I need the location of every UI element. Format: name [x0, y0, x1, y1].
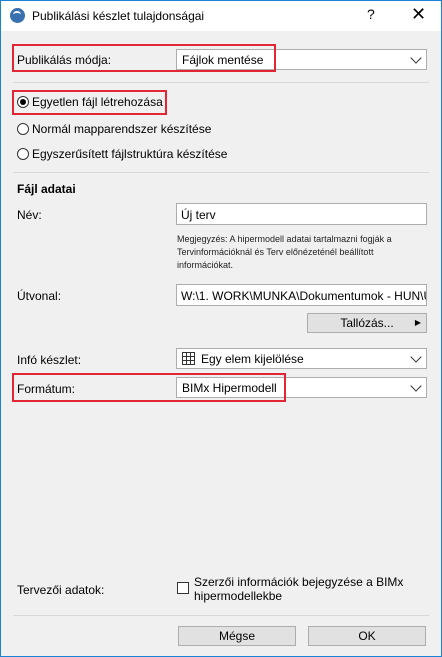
name-input[interactable]: Új terv — [176, 203, 427, 225]
note-line: Megjegyzés: A hipermodell adatai tartalm… — [177, 234, 392, 244]
chevron-down-icon — [410, 380, 422, 392]
archicad-logo-icon — [10, 8, 25, 23]
info-set-value: Egy elem kijelölése — [201, 352, 304, 366]
help-button[interactable]: ? — [367, 6, 375, 22]
radio-normal-folder-label[interactable]: Normál mapparendszer készítése — [32, 122, 211, 136]
separator — [13, 172, 429, 173]
note-text: Megjegyzés: A hipermodell adatai tartalm… — [177, 233, 392, 272]
highlight-publish-mode — [12, 44, 276, 72]
cancel-button[interactable]: Mégse — [178, 626, 296, 646]
name-value: Új terv — [181, 208, 216, 222]
path-label: Útvonal: — [17, 289, 62, 303]
highlight-single-file — [12, 90, 167, 115]
radio-simplified-structure-label[interactable]: Egyszerűsített fájlstruktúra készítése — [32, 147, 227, 161]
info-set-dropdown[interactable]: Egy elem kijelölése — [176, 348, 427, 369]
chevron-down-icon — [410, 52, 422, 64]
title-bar: Publikálási készlet tulajdonságai ? ✕ — [1, 1, 441, 31]
dialog-content: Publikálás módja: Fájlok mentése Egyetle… — [1, 32, 441, 656]
separator — [13, 82, 429, 83]
note-line: információkat. — [177, 260, 234, 270]
radio-normal-folder[interactable] — [17, 123, 29, 135]
radio-simplified-structure[interactable] — [17, 148, 29, 160]
table-grid-icon — [182, 352, 195, 365]
path-value: W:\1. WORK\MUNKA\Dokumentumok - HUN\ÚJ — [181, 289, 427, 303]
designer-data-label: Tervezői adatok: — [17, 583, 105, 597]
file-data-heading: Fájl adatai — [17, 182, 76, 196]
name-label: Név: — [17, 208, 42, 222]
path-input[interactable]: W:\1. WORK\MUNKA\Dokumentumok - HUN\ÚJ — [176, 284, 427, 306]
ok-button[interactable]: OK — [308, 626, 426, 646]
close-button[interactable]: ✕ — [411, 4, 426, 25]
author-info-checkbox[interactable] — [177, 582, 189, 594]
browse-button[interactable]: Tallózás... ▶ — [307, 313, 427, 333]
highlight-format — [12, 373, 286, 402]
note-line: Tervinformációknál és Terv előnézeténél … — [177, 247, 374, 257]
info-set-label: Infó készlet: — [17, 353, 82, 367]
dialog-window: Publikálási készlet tulajdonságai ? ✕ Pu… — [0, 0, 442, 657]
chevron-down-icon — [410, 351, 422, 363]
checkbox-label-line: hipermodellekbe — [194, 589, 283, 603]
separator — [13, 615, 429, 616]
checkbox-label-line: Szerzői információk bejegyzése a BIMx — [194, 575, 404, 589]
arrow-right-icon: ▶ — [414, 318, 421, 327]
window-title: Publikálási készlet tulajdonságai — [32, 9, 205, 23]
browse-button-label: Tallózás... — [340, 316, 394, 330]
author-info-checkbox-label[interactable]: Szerzői információk bejegyzése a BIMx hi… — [194, 575, 403, 603]
